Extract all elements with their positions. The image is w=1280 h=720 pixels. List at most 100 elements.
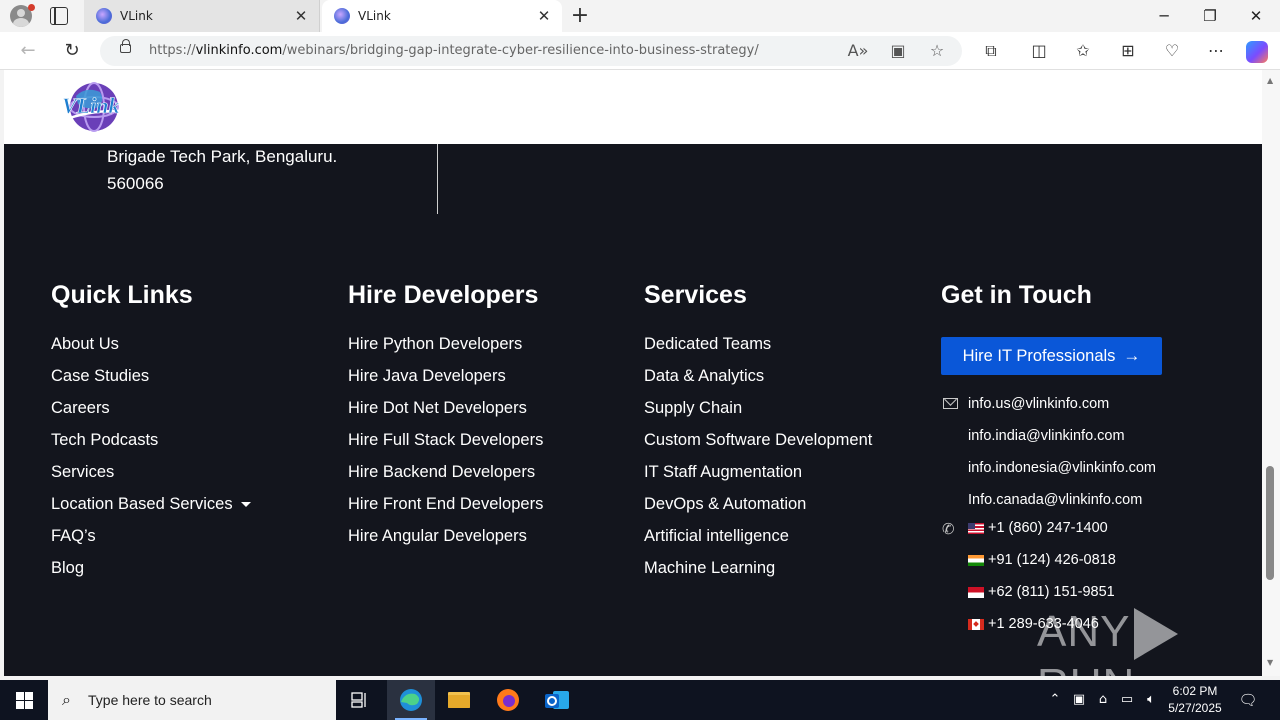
- canada-flag-icon: [968, 618, 984, 630]
- link-data-analytics[interactable]: Data & Analytics: [644, 360, 872, 392]
- vlink-logo[interactable]: VLink: [56, 78, 136, 136]
- link-services[interactable]: Services: [51, 456, 251, 488]
- link-tech-podcasts[interactable]: Tech Podcasts: [51, 424, 251, 456]
- quick-links-heading: Quick Links: [51, 281, 193, 309]
- favorite-icon[interactable]: ☆: [926, 41, 948, 60]
- immersive-reader-icon[interactable]: ▣: [887, 41, 909, 60]
- link-custom-software[interactable]: Custom Software Development: [644, 424, 872, 456]
- more-icon[interactable]: ⋯: [1202, 38, 1230, 64]
- clock-time: 6:02 PM: [1172, 684, 1218, 698]
- get-in-touch-heading: Get in Touch: [941, 281, 1092, 309]
- link-faqs[interactable]: FAQ’s: [51, 520, 251, 552]
- lock-icon[interactable]: [120, 39, 131, 53]
- windows-taskbar: ⌕ Type here to search ⌃ ▣ ⌂ ▭ 🔈︎ 6:02 PM…: [0, 680, 1280, 720]
- url-prefix: https://: [149, 43, 196, 58]
- extensions-icon[interactable]: ⧉: [977, 38, 1005, 64]
- tab-title: VLink: [358, 9, 391, 23]
- watermark-left: ANY: [1037, 607, 1131, 656]
- split-screen-icon[interactable]: ◫: [1025, 38, 1053, 64]
- copilot-icon[interactable]: [1246, 41, 1268, 63]
- phone-icon: ✆: [942, 520, 955, 538]
- hire-it-professionals-button[interactable]: Hire IT Professionals →: [941, 337, 1162, 375]
- services-column: Services Dedicated Teams Data & Analytic…: [644, 280, 872, 584]
- play-icon: [1134, 608, 1179, 661]
- email-us[interactable]: info.us@vlinkinfo.com: [968, 393, 1109, 415]
- outlook-tray-icon[interactable]: ▣: [1069, 680, 1089, 720]
- page-viewport: VLink Brigade Tech Park, Bengaluru. 5600…: [4, 70, 1262, 676]
- scroll-thumb[interactable]: [1266, 466, 1274, 580]
- read-aloud-icon[interactable]: A»: [847, 41, 869, 60]
- hire-button-label: Hire IT Professionals: [962, 346, 1116, 365]
- scroll-down-icon[interactable]: ▼: [1267, 658, 1273, 667]
- vlink-favicon-icon: [96, 8, 112, 24]
- link-hire-java[interactable]: Hire Java Developers: [348, 360, 543, 392]
- collections-icon[interactable]: ⊞: [1114, 38, 1142, 64]
- url-domain: vlinkinfo.com: [195, 43, 283, 58]
- link-location-based-services[interactable]: Location Based Services: [51, 488, 251, 520]
- link-location-label: Location Based Services: [51, 495, 233, 513]
- link-hire-python[interactable]: Hire Python Developers: [348, 328, 543, 360]
- hire-developers-heading: Hire Developers: [348, 281, 539, 309]
- phone-us[interactable]: +1 (860) 247-1400: [968, 517, 1108, 539]
- office-address-line: Brigade Tech Park, Bengaluru.: [107, 147, 338, 166]
- site-header: VLink: [4, 70, 1262, 144]
- notifications-icon[interactable]: 🗨︎: [1234, 680, 1262, 720]
- address-bar[interactable]: https://vlinkinfo.com/webinars/bridging-…: [100, 36, 962, 66]
- link-hire-fullstack[interactable]: Hire Full Stack Developers: [348, 424, 543, 456]
- link-dedicated-teams[interactable]: Dedicated Teams: [644, 328, 872, 360]
- link-about-us[interactable]: About Us: [51, 328, 251, 360]
- link-artificial-intelligence[interactable]: Artificial intelligence: [644, 520, 872, 552]
- browser-essentials-icon[interactable]: ♡: [1158, 38, 1186, 64]
- task-view-icon[interactable]: [336, 680, 384, 720]
- volume-icon[interactable]: 🔈︎: [1141, 680, 1161, 720]
- phone-india[interactable]: +91 (124) 426-0818: [968, 549, 1116, 571]
- link-hire-angular[interactable]: Hire Angular Developers: [348, 520, 543, 552]
- phone-indonesia[interactable]: +62 (811) 151-9851: [968, 581, 1115, 603]
- link-devops-automation[interactable]: DevOps & Automation: [644, 488, 872, 520]
- email-canada[interactable]: Info.canada@vlinkinfo.com: [968, 489, 1142, 511]
- file-explorer-icon[interactable]: [435, 680, 483, 720]
- tab-close-icon[interactable]: ✕: [291, 7, 311, 25]
- link-hire-frontend[interactable]: Hire Front End Developers: [348, 488, 543, 520]
- url-text[interactable]: https://vlinkinfo.com/webinars/bridging-…: [149, 43, 759, 58]
- edge-taskbar-icon[interactable]: [387, 680, 435, 720]
- tab-close-icon[interactable]: ✕: [534, 7, 554, 25]
- new-tab-icon[interactable]: +: [570, 3, 590, 28]
- tab-vlink-2[interactable]: VLink ✕: [322, 0, 562, 32]
- tray-overflow-icon[interactable]: ⌃: [1045, 680, 1065, 720]
- link-careers[interactable]: Careers: [51, 392, 251, 424]
- outlook-icon[interactable]: [533, 680, 581, 720]
- usb-tray-icon[interactable]: ⌂: [1093, 680, 1113, 720]
- back-icon[interactable]: ←: [14, 38, 42, 64]
- windows-start-icon[interactable]: [0, 680, 48, 720]
- page-scrollbar[interactable]: ▲ ▼: [1262, 70, 1280, 676]
- indonesia-flag-icon: [968, 586, 984, 598]
- link-hire-backend[interactable]: Hire Backend Developers: [348, 456, 543, 488]
- phone-indonesia-number: +62 (811) 151-9851: [988, 584, 1115, 600]
- link-it-staff-augmentation[interactable]: IT Staff Augmentation: [644, 456, 872, 488]
- hire-developers-column: Hire Developers Hire Python Developers H…: [348, 280, 543, 552]
- link-machine-learning[interactable]: Machine Learning: [644, 552, 872, 584]
- favorites-icon[interactable]: ✩: [1069, 38, 1097, 64]
- link-supply-chain[interactable]: Supply Chain: [644, 392, 872, 424]
- phone-india-number: +91 (124) 426-0818: [988, 552, 1116, 568]
- link-blog[interactable]: Blog: [51, 552, 251, 584]
- vlink-favicon-icon: [334, 8, 350, 24]
- tab-actions-icon[interactable]: [50, 7, 68, 25]
- link-case-studies[interactable]: Case Studies: [51, 360, 251, 392]
- email-india[interactable]: info.india@vlinkinfo.com: [968, 425, 1125, 447]
- network-icon[interactable]: ▭: [1117, 680, 1137, 720]
- firefox-icon[interactable]: [484, 680, 532, 720]
- link-hire-dotnet[interactable]: Hire Dot Net Developers: [348, 392, 543, 424]
- arrow-right-icon: →: [1123, 346, 1141, 365]
- tab-vlink-1[interactable]: VLink ✕: [84, 0, 320, 32]
- restore-icon[interactable]: ❐: [1187, 0, 1233, 32]
- taskbar-search-box[interactable]: ⌕ Type here to search: [48, 680, 336, 720]
- email-indonesia[interactable]: info.indonesia@vlinkinfo.com: [968, 457, 1156, 479]
- india-flag-icon: [968, 554, 984, 566]
- refresh-icon[interactable]: ↻: [58, 38, 86, 64]
- minimize-icon[interactable]: ─: [1141, 0, 1187, 32]
- scroll-up-icon[interactable]: ▲: [1267, 76, 1273, 85]
- taskbar-clock[interactable]: 6:02 PM 5/27/2025: [1160, 683, 1230, 717]
- close-window-icon[interactable]: ✕: [1233, 0, 1279, 32]
